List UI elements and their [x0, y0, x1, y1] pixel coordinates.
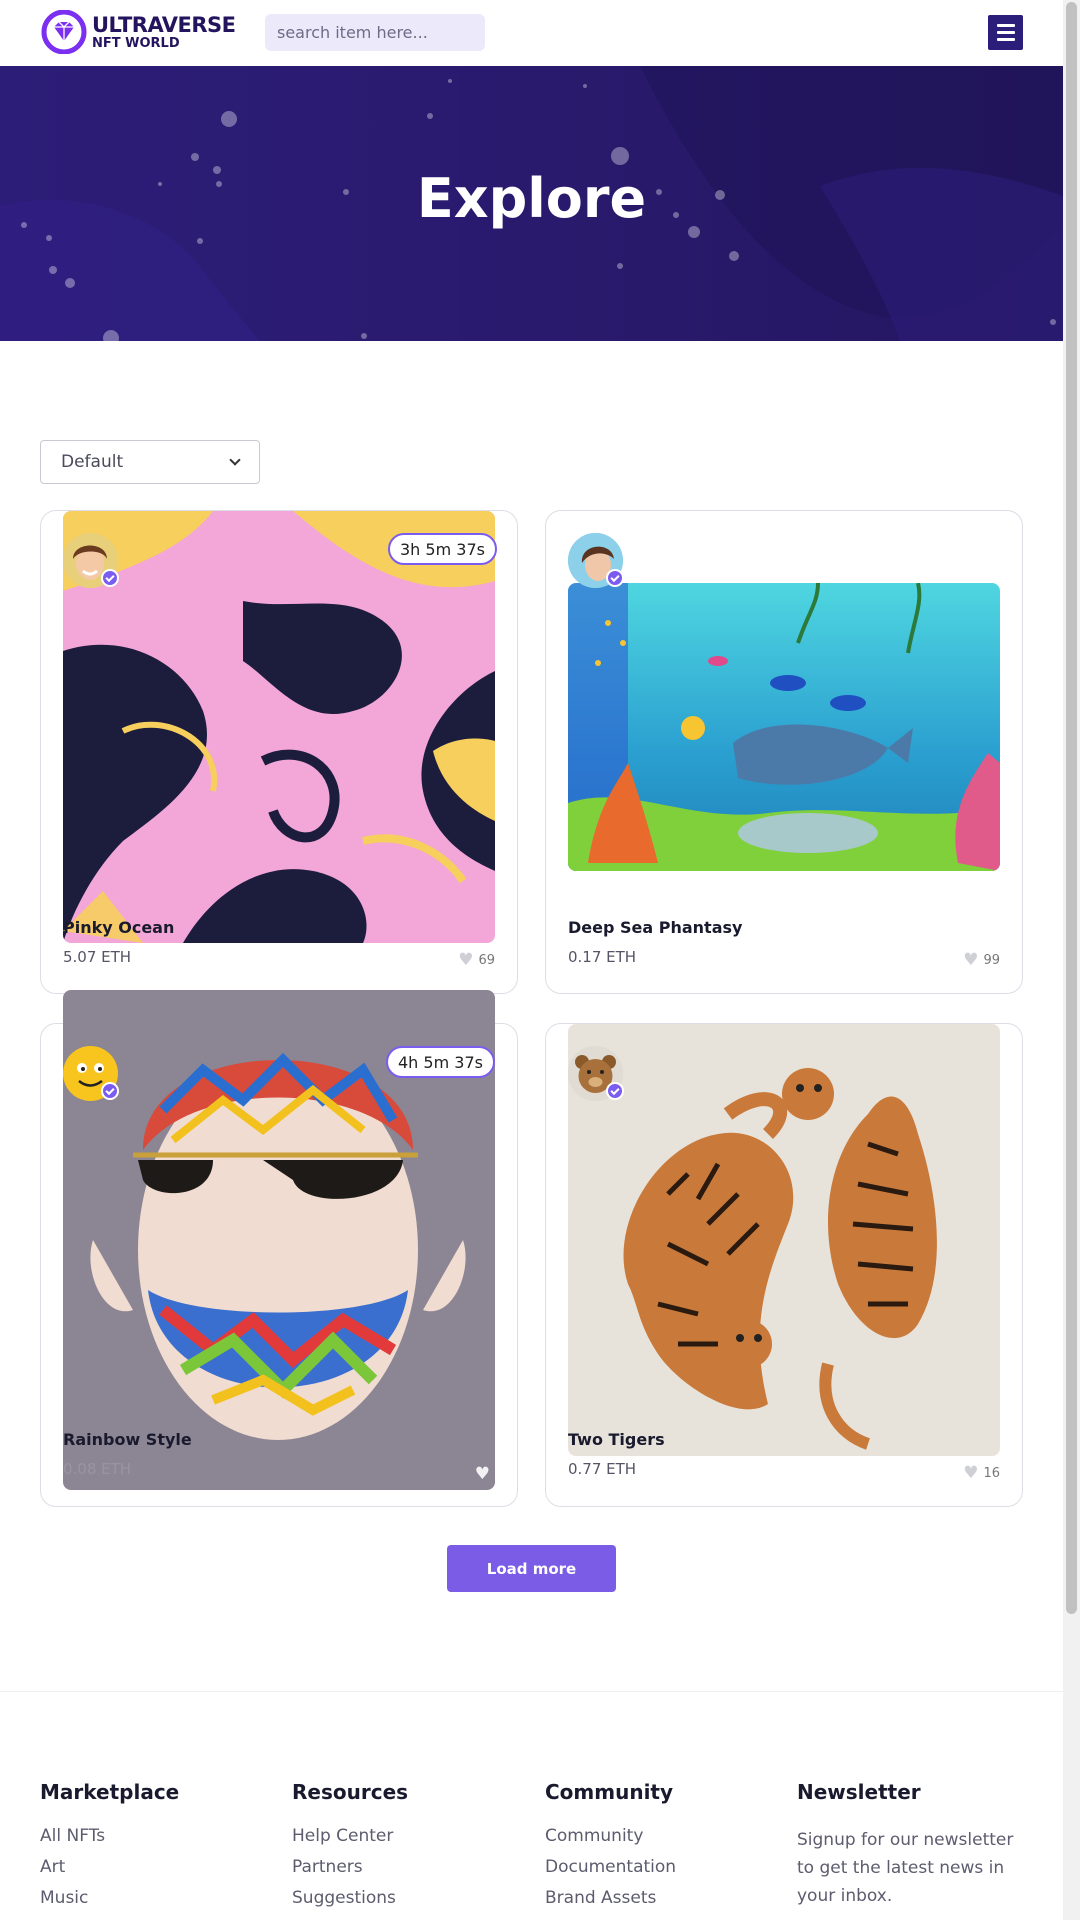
footer-heading: Community [545, 1780, 674, 1804]
footer-link[interactable]: Suggestions [292, 1888, 408, 1908]
footer-link[interactable]: Brand Assets [545, 1888, 676, 1908]
newsletter-description: Signup for our newsletter to get the lat… [797, 1830, 1014, 1906]
site-logo[interactable]: ULTRAVERSE NFT WORLD [40, 10, 240, 54]
load-more-button[interactable]: Load more [447, 1545, 616, 1592]
nft-price: 5.07 ETH [63, 948, 132, 966]
chevron-down-icon [229, 454, 241, 466]
like-count: 99 [983, 953, 1000, 968]
nft-title[interactable]: Rainbow Style [63, 1430, 192, 1449]
like-count: 16 [983, 1466, 1000, 1481]
nft-image[interactable] [568, 583, 1000, 871]
auction-timer: 3h 5m 37s [388, 533, 497, 565]
footer-link[interactable]: Community [545, 1826, 676, 1846]
nft-title[interactable]: Deep Sea Phantasy [568, 918, 742, 937]
nft-card[interactable]: 3h 5m 37s Pinky Ocean 5.07 ETH ♥ 69 [40, 510, 518, 994]
verified-badge-icon [606, 569, 624, 587]
like-button[interactable]: ♥ 69 [458, 952, 495, 969]
nft-title[interactable]: Pinky Ocean [63, 918, 174, 937]
nft-title[interactable]: Two Tigers [568, 1430, 665, 1449]
sort-select[interactable]: Default [40, 440, 260, 484]
menu-bar-icon [996, 38, 1015, 41]
footer-link[interactable]: All NFTs [40, 1826, 179, 1846]
heart-icon: ♥ [963, 950, 979, 970]
nft-card[interactable]: Two Tigers 0.77 ETH ♥ 16 [545, 1023, 1023, 1507]
nft-image[interactable] [568, 1024, 1000, 1456]
auction-timer: 4h 5m 37s [386, 1046, 495, 1078]
verified-badge-icon [606, 1082, 624, 1100]
footer-heading: Marketplace [40, 1780, 180, 1804]
heart-icon: ♥ [458, 950, 474, 970]
search-input[interactable] [265, 14, 485, 51]
pinky-ocean-artwork [63, 511, 495, 943]
scrollbar-thumb[interactable] [1066, 2, 1077, 1614]
hamburger-menu-button[interactable] [988, 15, 1023, 50]
hero-banner: Explore [0, 66, 1063, 341]
footer-link[interactable]: Music [40, 1888, 179, 1908]
heart-icon: ♥ [963, 1463, 979, 1483]
nft-card[interactable]: 4h 5m 37s Rainbow Style 0.08 ETH ♥ [40, 990, 518, 1507]
menu-bar-icon [996, 24, 1015, 27]
like-button[interactable]: ♥ 99 [963, 952, 1000, 969]
footer-marketplace: Marketplace All NFTs Art Music [40, 1780, 179, 1919]
sort-selected-value: Default [61, 452, 124, 472]
deep-sea-artwork [568, 583, 1000, 871]
verified-badge-icon [101, 1082, 119, 1100]
nft-price: 0.17 ETH [568, 948, 637, 966]
site-header: ULTRAVERSE NFT WORLD [0, 0, 1063, 66]
nft-price: 0.77 ETH [568, 1460, 637, 1478]
footer-link[interactable]: Art [40, 1857, 179, 1877]
diamond-logo-icon [41, 10, 87, 54]
two-tigers-artwork [568, 1024, 1000, 1456]
logo-subtitle: NFT WORLD [92, 35, 180, 51]
page-title: Explore [416, 167, 647, 230]
nft-card[interactable]: Deep Sea Phantasy 0.17 ETH ♥ 99 [545, 510, 1023, 994]
footer-link[interactable]: Documentation [545, 1857, 676, 1877]
nft-price: 0.08 ETH [63, 1460, 132, 1478]
like-button[interactable]: ♥ [475, 1466, 495, 1483]
footer-link[interactable]: Help Center [292, 1826, 408, 1846]
heart-icon: ♥ [474, 1464, 490, 1484]
verified-badge-icon [101, 569, 119, 587]
logo-title: ULTRAVERSE [92, 12, 236, 37]
footer-resources: Resources Help Center Partners Suggestio… [292, 1780, 408, 1919]
like-count: 69 [478, 953, 495, 968]
footer-link[interactable]: Partners [292, 1857, 408, 1877]
like-button[interactable]: ♥ 16 [963, 1465, 1000, 1482]
footer-newsletter: Newsletter Signup for our newsletter to … [797, 1780, 1017, 1910]
footer-heading: Newsletter [797, 1780, 921, 1804]
menu-bar-icon [996, 31, 1015, 34]
footer-community: Community Community Documentation Brand … [545, 1780, 676, 1919]
footer-heading: Resources [292, 1780, 409, 1804]
footer-divider [0, 1691, 1063, 1692]
nft-image[interactable] [63, 511, 495, 943]
